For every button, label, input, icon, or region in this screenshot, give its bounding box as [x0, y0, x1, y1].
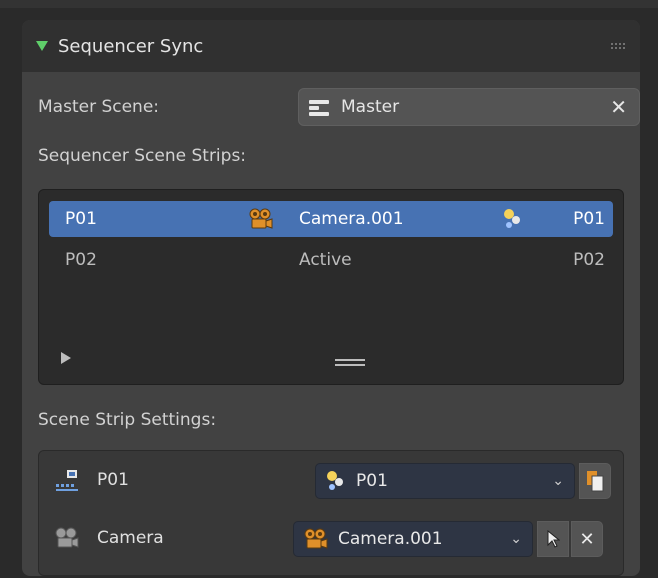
- clear-camera-button[interactable]: ✕: [571, 521, 603, 557]
- camera-dropdown-value: Camera.001: [338, 529, 443, 549]
- strip-scene: P02: [573, 250, 605, 270]
- camera-icon-grey: [55, 527, 79, 553]
- scene-strip-settings: P01 P01 ⌄ Camera Camera.001 ⌄ ✕: [38, 450, 624, 576]
- chevron-down-icon: ⌄: [510, 531, 522, 547]
- eyedropper-button[interactable]: [537, 521, 569, 557]
- scene-dropdown[interactable]: P01 ⌄: [315, 463, 575, 499]
- sequencer-sync-panel: Sequencer Sync Master Scene: Master ✕ Se…: [22, 20, 640, 576]
- strip-camera: Camera.001: [299, 209, 404, 229]
- panel-title: Sequencer Sync: [58, 35, 204, 57]
- clear-icon[interactable]: ✕: [610, 95, 627, 119]
- scene-data-icon: [503, 208, 523, 235]
- scene-icon: [309, 100, 329, 116]
- camera-setting-label: Camera: [97, 528, 164, 548]
- camera-icon: [304, 528, 328, 550]
- viewport-strip: [0, 0, 658, 8]
- collapse-triangle-icon[interactable]: [36, 41, 48, 51]
- settings-section-label: Scene Strip Settings:: [38, 410, 217, 430]
- expand-options-icon[interactable]: [61, 352, 71, 364]
- scene-dropdown-value: P01: [356, 471, 388, 491]
- master-scene-value: Master: [341, 97, 400, 117]
- scene-strip-icon: [55, 469, 81, 497]
- camera-setting-row: Camera Camera.001 ⌄ ✕: [39, 519, 625, 559]
- copy-scene-button[interactable]: [579, 463, 611, 499]
- copy-icon: [587, 471, 604, 492]
- camera-dropdown[interactable]: Camera.001 ⌄: [293, 521, 533, 557]
- strip-name: P01: [65, 209, 97, 229]
- close-icon: ✕: [579, 528, 595, 550]
- camera-icon: [249, 208, 273, 235]
- master-scene-field[interactable]: Master ✕: [298, 88, 640, 126]
- chevron-down-icon: ⌄: [552, 473, 564, 489]
- scene-strips-list[interactable]: P01 Camera.001 P01 P02 Active P02: [38, 189, 624, 385]
- drag-handle-icon[interactable]: [610, 42, 626, 50]
- strip-camera: Active: [299, 250, 352, 270]
- scene-setting-row: P01 P01 ⌄: [39, 461, 625, 501]
- list-item[interactable]: P01 Camera.001 P01: [49, 201, 613, 237]
- resize-grip-icon[interactable]: [335, 359, 365, 366]
- strip-name: P02: [65, 250, 97, 270]
- master-scene-label: Master Scene:: [38, 97, 160, 117]
- strips-section-label: Sequencer Scene Strips:: [38, 146, 247, 166]
- list-item[interactable]: P02 Active P02: [49, 242, 613, 278]
- strip-scene: P01: [573, 209, 605, 229]
- scene-data-icon: [326, 470, 346, 492]
- panel-header[interactable]: Sequencer Sync: [22, 20, 640, 72]
- scene-setting-label: P01: [97, 470, 129, 490]
- master-scene-row: Master Scene: Master ✕: [38, 88, 640, 126]
- cursor-icon: [547, 530, 560, 548]
